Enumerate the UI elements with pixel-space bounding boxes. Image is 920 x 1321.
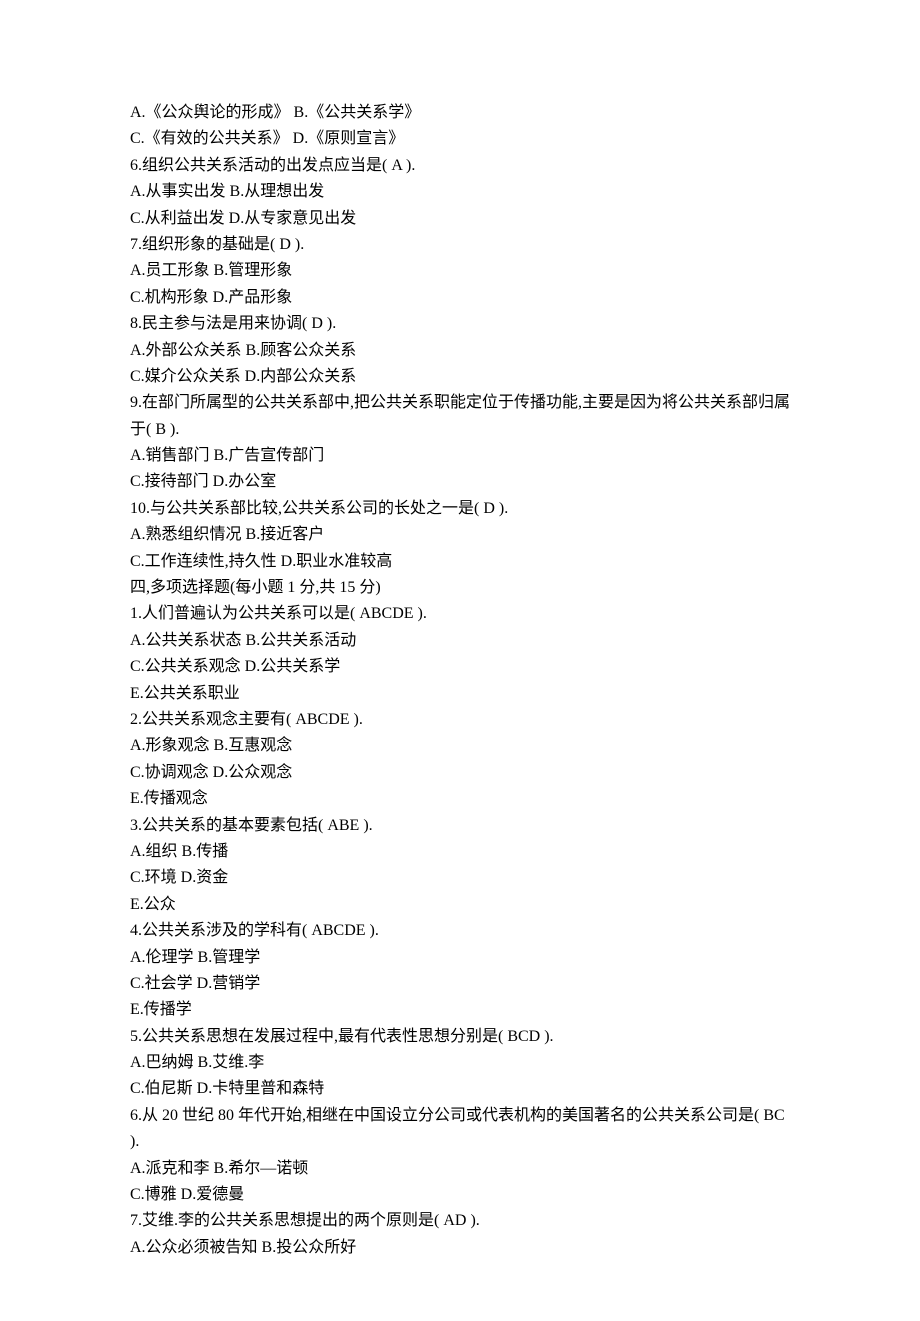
text-line: C.从利益出发 D.从专家意见出发: [130, 206, 790, 232]
text-line: C.机构形象 D.产品形象: [130, 285, 790, 311]
text-line: 四,多项选择题(每小题 1 分,共 15 分): [130, 575, 790, 601]
text-line: C.媒介公众关系 D.内部公众关系: [130, 364, 790, 390]
text-line: 2.公共关系观念主要有( ABCDE ).: [130, 707, 790, 733]
text-line: 6.从 20 世纪 80 年代开始,相继在中国设立分公司或代表机构的美国著名的公…: [130, 1103, 790, 1156]
text-line: A.组织 B.传播: [130, 839, 790, 865]
text-line: 7.组织形象的基础是( D ).: [130, 232, 790, 258]
text-line: 10.与公共关系部比较,公共关系公司的长处之一是( D ).: [130, 496, 790, 522]
text-line: 3.公共关系的基本要素包括( ABE ).: [130, 813, 790, 839]
text-line: C.博雅 D.爱德曼: [130, 1182, 790, 1208]
text-line: 9.在部门所属型的公共关系部中,把公共关系职能定位于传播功能,主要是因为将公共关…: [130, 390, 790, 443]
text-line: C.社会学 D.营销学: [130, 971, 790, 997]
text-line: A.《公众舆论的形成》 B.《公共关系学》: [130, 100, 790, 126]
text-line: A.伦理学 B.管理学: [130, 945, 790, 971]
text-line: A.从事实出发 B.从理想出发: [130, 179, 790, 205]
text-line: C.工作连续性,持久性 D.职业水准较高: [130, 549, 790, 575]
text-line: E.传播观念: [130, 786, 790, 812]
text-line: C.伯尼斯 D.卡特里普和森特: [130, 1076, 790, 1102]
text-line: C.环境 D.资金: [130, 865, 790, 891]
text-line: A.外部公众关系 B.顾客公众关系: [130, 338, 790, 364]
text-line: E.传播学: [130, 997, 790, 1023]
text-line: A.销售部门 B.广告宣传部门: [130, 443, 790, 469]
text-line: C.协调观念 D.公众观念: [130, 760, 790, 786]
text-line: A.员工形象 B.管理形象: [130, 258, 790, 284]
text-line: 7.艾维.李的公共关系思想提出的两个原则是( AD ).: [130, 1208, 790, 1234]
text-line: 6.组织公共关系活动的出发点应当是( A ).: [130, 153, 790, 179]
text-line: A.熟悉组织情况 B.接近客户: [130, 522, 790, 548]
text-line: A.公共关系状态 B.公共关系活动: [130, 628, 790, 654]
text-line: C.接待部门 D.办公室: [130, 469, 790, 495]
document-content: A.《公众舆论的形成》 B.《公共关系学》C.《有效的公共关系》 D.《原则宣言…: [130, 100, 790, 1261]
text-line: A.形象观念 B.互惠观念: [130, 733, 790, 759]
text-line: E.公共关系职业: [130, 681, 790, 707]
text-line: A.巴纳姆 B.艾维.李: [130, 1050, 790, 1076]
text-line: E.公众: [130, 892, 790, 918]
text-line: 4.公共关系涉及的学科有( ABCDE ).: [130, 918, 790, 944]
text-line: C.公共关系观念 D.公共关系学: [130, 654, 790, 680]
text-line: 1.人们普遍认为公共关系可以是( ABCDE ).: [130, 601, 790, 627]
document-page: A.《公众舆论的形成》 B.《公共关系学》C.《有效的公共关系》 D.《原则宣言…: [0, 0, 920, 1321]
text-line: A.公众必须被告知 B.投公众所好: [130, 1235, 790, 1261]
text-line: A.派克和李 B.希尔—诺顿: [130, 1156, 790, 1182]
text-line: 8.民主参与法是用来协调( D ).: [130, 311, 790, 337]
text-line: 5.公共关系思想在发展过程中,最有代表性思想分别是( BCD ).: [130, 1024, 790, 1050]
text-line: C.《有效的公共关系》 D.《原则宣言》: [130, 126, 790, 152]
